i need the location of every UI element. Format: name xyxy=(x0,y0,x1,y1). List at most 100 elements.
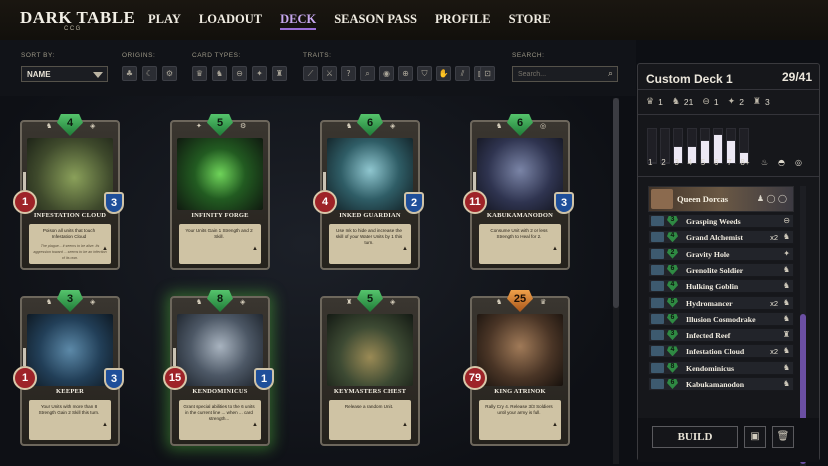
deck-list-item[interactable]: 6 Illusion Cosmodrake ♞ xyxy=(648,311,794,326)
search-placeholder: Search... xyxy=(518,71,547,78)
origin-gear-icon[interactable]: ⚙ xyxy=(162,66,177,81)
card-keymasters-chest[interactable]: ♜ ◈ 5 KEYMASTERS CHEST Release a random … xyxy=(312,290,426,452)
mana-curve-label: 4 xyxy=(687,158,693,167)
deck-list-item[interactable]: 3 Grasping Weeds ⊖ xyxy=(648,214,794,228)
deck-list-item[interactable]: 6 Kabukamanodon ♞ xyxy=(648,377,794,391)
card-ability-text: Consume Unit with 2 or less Strength to … xyxy=(490,228,548,239)
structure-icon: ♜ xyxy=(752,97,761,107)
card-attack-heart: 1 xyxy=(13,366,37,390)
trash-icon[interactable]: 🗑 xyxy=(772,426,794,448)
trait-eye-icon[interactable]: ◉ xyxy=(379,66,394,81)
card-name: INKED GUARDIAN xyxy=(339,212,401,219)
deck-list-item[interactable]: 3 Infected Reef ♜ xyxy=(648,328,794,343)
deck-item-name: Illusion Cosmodrake xyxy=(686,314,756,324)
drop-icon: ◈ xyxy=(90,122,96,130)
deck-list-item[interactable]: 4 Grand Alchemist x2 ♞ xyxy=(648,230,794,245)
card-thumbnail xyxy=(651,330,664,341)
grid-scrollbar[interactable] xyxy=(613,98,619,464)
nav-deck[interactable]: DECK xyxy=(280,12,317,30)
card-infestation-cloud[interactable]: ♞ ◈ 4 1 3 INFESTATION CLOUD Poison all u… xyxy=(12,114,126,276)
card-type-icon: ♞ xyxy=(782,297,790,307)
trait-sword-icon[interactable]: ⚔ xyxy=(322,66,337,81)
unit-type-icon: ▲ xyxy=(402,422,408,428)
sword-icon xyxy=(23,172,26,190)
card-kabukamanodon[interactable]: ♞ ◎ 6 11 3 KABUKAMANODON Consume Unit wi… xyxy=(462,114,576,276)
card-cost-gem: 6 xyxy=(667,313,678,324)
nav-season-pass[interactable]: SEASON PASS xyxy=(334,12,417,30)
card-thumbnail xyxy=(651,248,664,259)
deck-item-name: Infestation Cloud xyxy=(686,347,745,357)
origin-forest-icon[interactable]: ♣ xyxy=(122,66,137,81)
grid-scroll-thumb[interactable] xyxy=(613,98,619,308)
trait-shield-icon[interactable]: ⛉ xyxy=(417,66,432,81)
unit-type-icon: ▲ xyxy=(252,422,258,428)
deck-list-item[interactable]: 4 Hulking Goblin ♞ xyxy=(648,279,794,294)
type-artifact-icon[interactable]: ✦ xyxy=(252,66,267,81)
card-type-icon: ♞ xyxy=(782,281,790,291)
deck-list-item[interactable]: 6 Grenolite Soldier ♞ xyxy=(648,262,794,277)
type-unit-icon[interactable]: ♞ xyxy=(212,66,227,81)
sort-value: NAME xyxy=(27,70,51,79)
drop-icon: ◈ xyxy=(90,298,96,306)
card-art xyxy=(177,314,263,386)
deck-list-item[interactable]: 2 Gravity Hole ✦ xyxy=(648,246,794,261)
card-text-box: Consume Unit with 2 or less Strength to … xyxy=(479,224,561,264)
card-cost-gem: 8 xyxy=(667,362,678,373)
build-button[interactable]: BUILD xyxy=(652,426,738,448)
trait-claw-icon[interactable]: ✋ xyxy=(436,66,451,81)
card-king-atrinok[interactable]: ♞ ♛ 25 79 KING ATRINOK Rally Cry 4. Rele… xyxy=(462,290,576,452)
trait-slash-icon[interactable]: ⫽ xyxy=(455,66,470,81)
trait-search-icon[interactable]: ⌕ xyxy=(360,66,375,81)
deck-list-item[interactable]: 4 Infestation Cloud x2 ♞ xyxy=(648,344,794,359)
card-kendominicus[interactable]: ♞ ◈ 8 15 1 KENDOMINICUS Grant special ab… xyxy=(162,290,276,452)
trait-lock-icon[interactable]: ⊡ xyxy=(480,66,495,81)
drop-icon: ◓ xyxy=(778,158,785,167)
deck-item-name: Hulking Goblin xyxy=(686,282,739,292)
unit-type-icon: ▲ xyxy=(552,422,558,428)
game-logo[interactable]: DARK TABLE xyxy=(20,8,135,28)
card-text-box: Your Units with more than 8 Strength Gai… xyxy=(29,400,111,440)
unit-icon: ♞ xyxy=(196,298,203,306)
type-spell-icon[interactable]: ⊖ xyxy=(232,66,247,81)
card-cost-gem: 4 xyxy=(667,232,678,243)
card-thumbnail xyxy=(651,216,664,226)
deck-item-name: Gravity Hole xyxy=(686,249,730,259)
card-text-box: Rally Cry 4. Release 3/3 Soldiers until … xyxy=(479,400,561,440)
card-defense-shield: 3 xyxy=(104,192,124,214)
nav-profile[interactable]: PROFILE xyxy=(435,12,491,30)
nav-play[interactable]: PLAY xyxy=(148,12,181,30)
nav-loadout[interactable]: LOADOUT xyxy=(199,12,262,30)
save-icon[interactable]: ▣ xyxy=(744,426,766,448)
deck-list-item[interactable]: 5 Hydromancer x2 ♞ xyxy=(648,295,794,310)
card-type-icon: ♞ xyxy=(782,264,790,274)
trait-question-icon[interactable]: ? xyxy=(341,66,356,81)
card-cost-gem: 5 xyxy=(667,297,678,308)
deck-item-name: Grand Alchemist xyxy=(686,233,743,243)
origin-moon-icon[interactable]: ☾ xyxy=(142,66,157,81)
deck-hero-row[interactable]: Queen Dorcas ♟ ◯ ◯ xyxy=(648,186,794,212)
card-art xyxy=(327,138,413,210)
card-inked-guardian[interactable]: ♞ ◈ 6 4 2 INKED GUARDIAN Use Ink to hide… xyxy=(312,114,426,276)
trait-target-icon[interactable]: ⊕ xyxy=(398,66,413,81)
unit-type-icon: ▲ xyxy=(552,246,558,252)
card-art xyxy=(327,314,413,386)
card-infinity-forge[interactable]: ✦ ⚙ 5 INFINITY FORGE Your Units Gain 1 S… xyxy=(162,114,276,276)
search-input[interactable]: Search... ⌕ xyxy=(512,66,618,82)
deck-panel: Custom Deck 1 29/41 ♛ 1 ♞ 21 ⊖ 1 ✦ 2 ♜ 3 1234… xyxy=(637,63,820,466)
card-ability-text: Release a random Unit. xyxy=(344,404,394,409)
origins-label: ORIGINS: xyxy=(122,52,156,59)
card-ability-text: Rally Cry 4. Release 3/3 Soldiers until … xyxy=(485,404,553,415)
deck-list-item[interactable]: 8 Kendominicus ♞ xyxy=(648,360,794,375)
nav-store[interactable]: STORE xyxy=(509,12,551,30)
sort-dropdown[interactable]: NAME xyxy=(21,66,108,82)
type-crown-icon[interactable]: ♛ xyxy=(192,66,207,81)
search-icon: ⌕ xyxy=(607,69,613,79)
card-attack-heart: 1 xyxy=(13,190,37,214)
card-cost-gem: 4 xyxy=(667,281,678,292)
card-keeper[interactable]: ♞ ◈ 3 1 3 KEEPER Your Units with more th… xyxy=(12,290,126,452)
deck-title[interactable]: Custom Deck 1 xyxy=(646,72,733,86)
deck-item-quantity: x2 xyxy=(770,233,778,243)
card-defense-shield: 2 xyxy=(404,192,424,214)
type-structure-icon[interactable]: ♜ xyxy=(272,66,287,81)
trait-feather-icon[interactable]: ⟋ xyxy=(303,66,318,81)
